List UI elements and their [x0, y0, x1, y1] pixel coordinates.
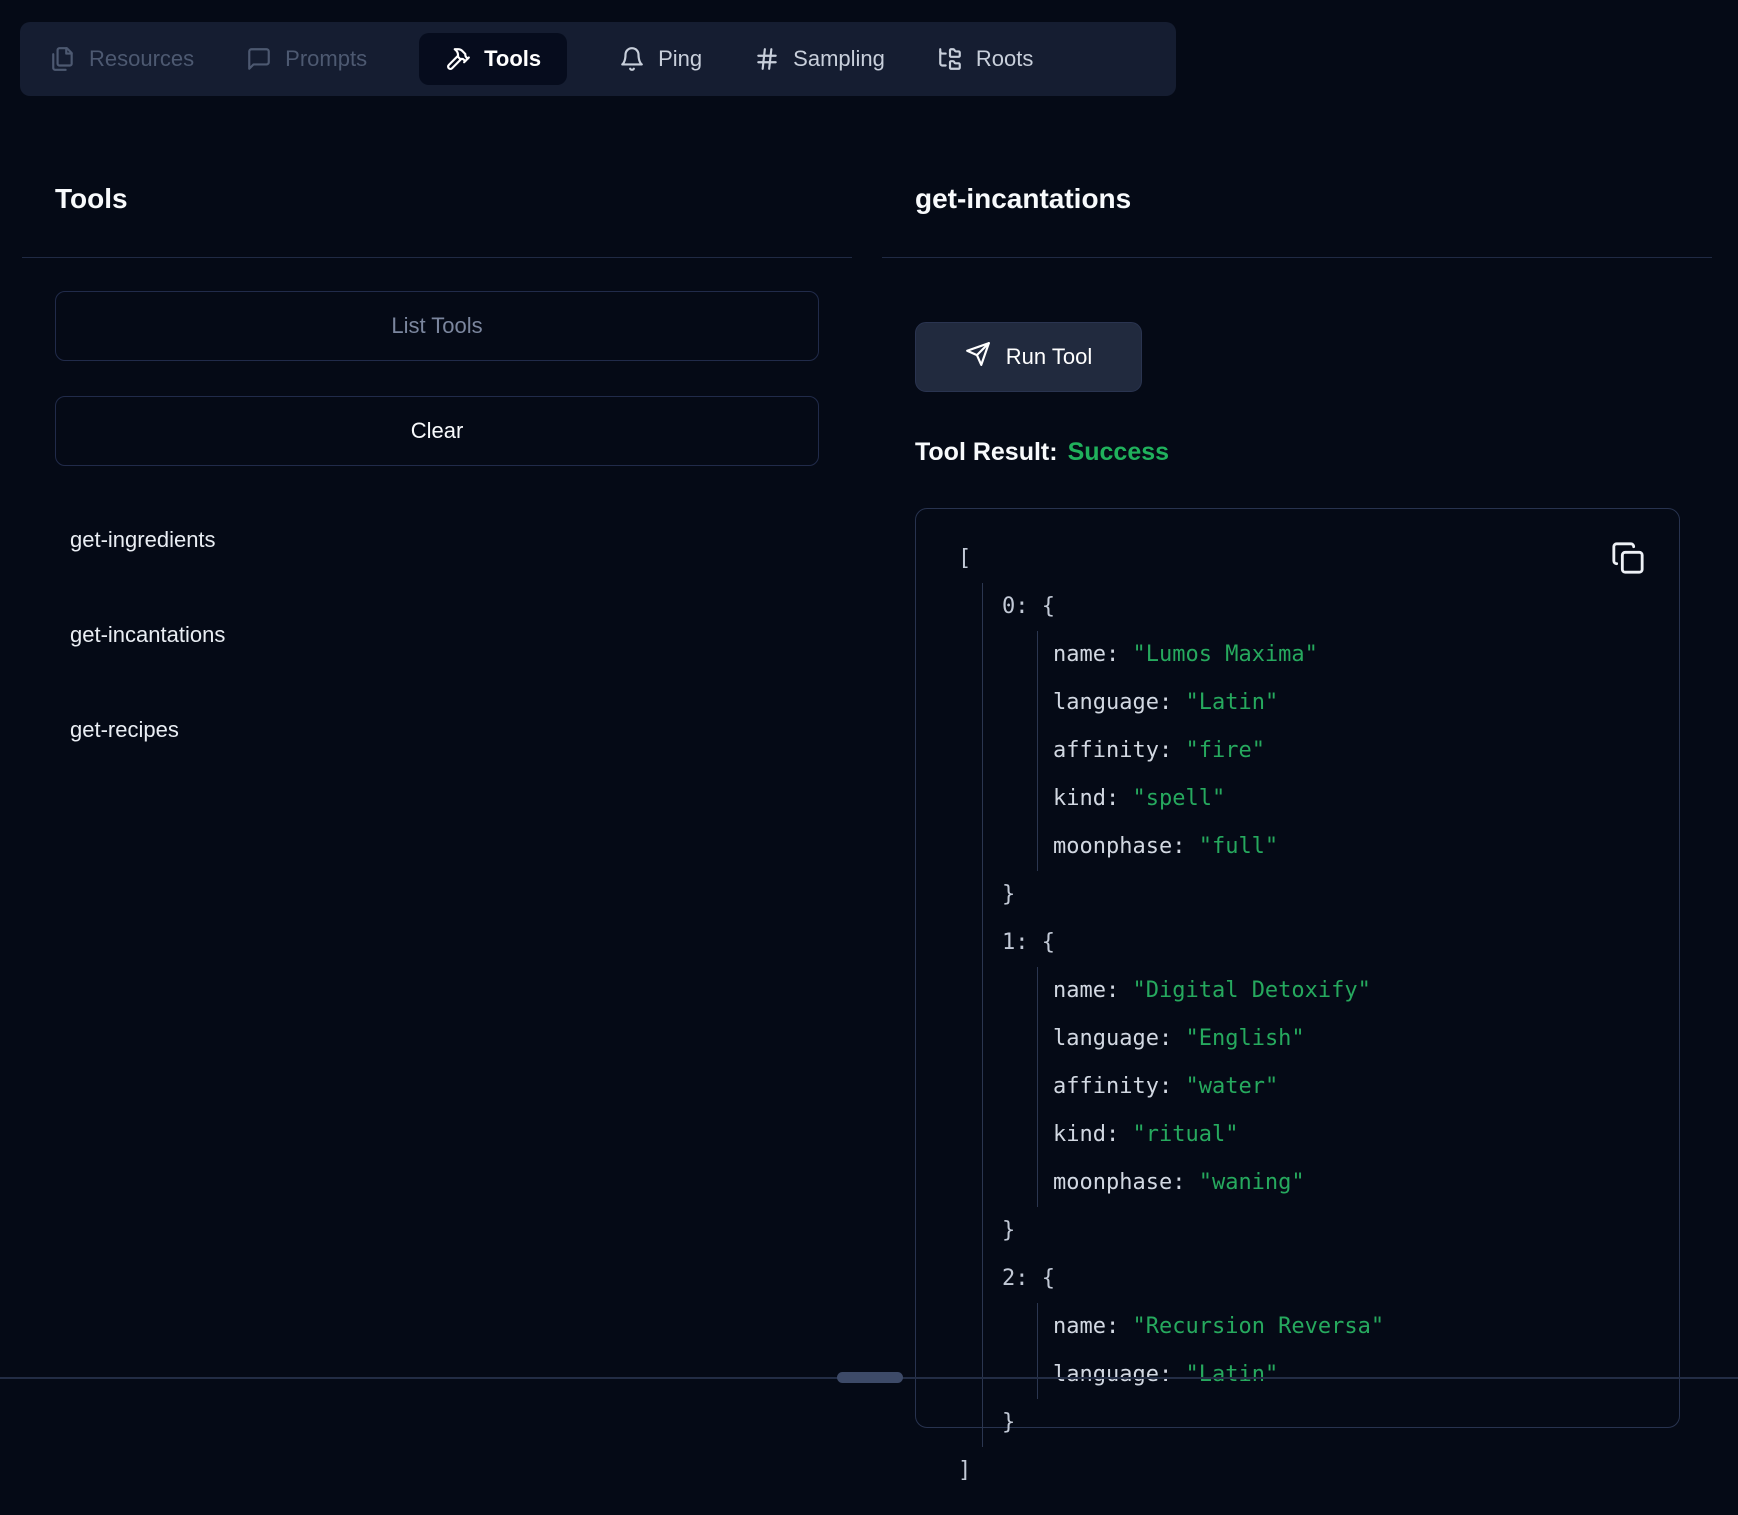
json-viewer-content: [0: {name: "Lumos Maxima"language: "Lati… [916, 509, 1679, 1515]
tab-label: Resources [89, 46, 194, 72]
bell-icon [619, 46, 645, 72]
tab-resources[interactable]: Resources [50, 46, 194, 72]
hammer-icon [445, 46, 471, 72]
left-panel-title: Tools [55, 183, 128, 215]
hash-icon [754, 46, 780, 72]
tool-list-item-get-recipes[interactable]: get-recipes [70, 717, 179, 743]
status-badge: Success [1068, 438, 1169, 466]
tool-result-line: Tool Result: Success [915, 438, 1169, 467]
tool-result-label: Tool Result: [915, 438, 1058, 466]
tab-label: Sampling [793, 46, 885, 72]
list-tools-button[interactable]: List Tools [55, 291, 819, 361]
tab-prompts[interactable]: Prompts [246, 46, 367, 72]
send-icon [965, 341, 991, 373]
json-result-viewer: [0: {name: "Lumos Maxima"language: "Lati… [915, 508, 1680, 1428]
tab-roots[interactable]: Roots [937, 46, 1033, 72]
tab-ping[interactable]: Ping [619, 46, 702, 72]
folder-tree-icon [937, 46, 963, 72]
left-panel-divider [22, 257, 852, 258]
tab-tools[interactable]: Tools [419, 33, 567, 85]
tab-label: Tools [484, 46, 541, 72]
right-panel-divider [882, 257, 1712, 258]
run-tool-label: Run Tool [1006, 344, 1092, 370]
tab-label: Roots [976, 46, 1033, 72]
selected-tool-title: get-incantations [915, 183, 1131, 215]
copy-icon [1611, 541, 1649, 575]
tab-label: Prompts [285, 46, 367, 72]
clear-button[interactable]: Clear [55, 396, 819, 466]
files-icon [50, 46, 76, 72]
tool-list-item-get-incantations[interactable]: get-incantations [70, 622, 225, 648]
copy-button[interactable] [1611, 539, 1649, 577]
message-square-icon [246, 46, 272, 72]
horizontal-scrollbar-thumb[interactable] [837, 1372, 903, 1383]
tab-sampling[interactable]: Sampling [754, 46, 885, 72]
run-tool-button[interactable]: Run Tool [915, 322, 1142, 392]
tab-bar: Resources Prompts Tools Ping [20, 22, 1176, 96]
tool-list-item-get-ingredients[interactable]: get-ingredients [70, 527, 216, 553]
tab-label: Ping [658, 46, 702, 72]
